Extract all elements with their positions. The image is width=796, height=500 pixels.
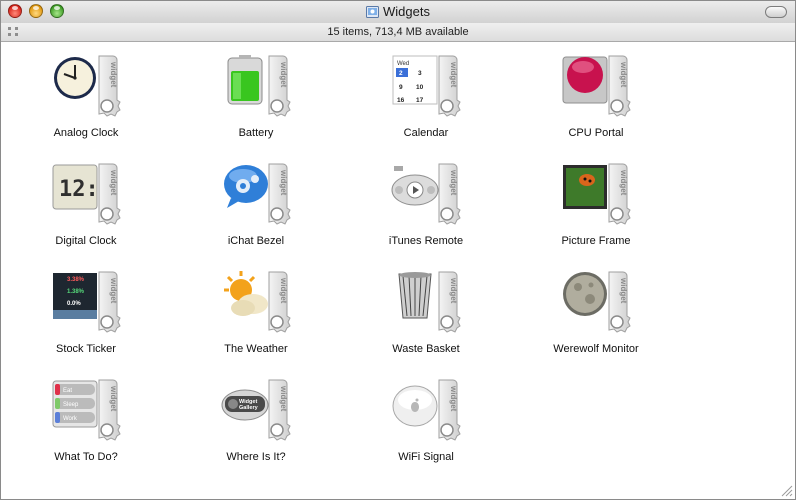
- widget-label[interactable]: Picture Frame: [521, 234, 671, 248]
- widget-label[interactable]: Battery: [181, 126, 331, 140]
- battery-icon[interactable]: widget: [221, 54, 291, 118]
- svg-text:Sleep: Sleep: [63, 402, 79, 408]
- svg-text:widget: widget: [109, 277, 118, 304]
- widget-item[interactable]: widget Werewolf Monitor: [521, 258, 671, 366]
- widget-label[interactable]: WiFi Signal: [351, 450, 501, 464]
- widget-label[interactable]: Calendar: [351, 126, 501, 140]
- ichat-bezel-icon[interactable]: widget: [221, 162, 291, 226]
- widget-label[interactable]: Werewolf Monitor: [521, 342, 671, 356]
- svg-text:widget: widget: [279, 385, 288, 412]
- weather-icon[interactable]: widget: [221, 270, 291, 334]
- widget-item[interactable]: widget Eat Sleep Work What To Do?: [11, 366, 161, 474]
- svg-text:10: 10: [416, 84, 424, 91]
- finder-window: Widgets 15 items, 713,4 MB available wid…: [0, 0, 796, 500]
- svg-text:widget: widget: [279, 277, 288, 304]
- status-text: 15 items, 713,4 MB available: [327, 26, 469, 38]
- svg-text:9: 9: [399, 84, 403, 91]
- svg-text:Eat: Eat: [63, 388, 72, 394]
- widget-item[interactable]: widget iChat Bezel: [181, 150, 331, 258]
- calendar-icon[interactable]: widget Wed 2 3 9 10 16 17: [391, 54, 461, 118]
- svg-text:0.0%: 0.0%: [67, 301, 81, 307]
- svg-text:widget: widget: [109, 169, 118, 196]
- svg-text:3: 3: [418, 70, 422, 77]
- svg-text:Work: Work: [63, 416, 78, 422]
- window-title-group: Widgets: [1, 4, 795, 20]
- widget-item[interactable]: widget WiFi Signal: [351, 366, 501, 474]
- what-to-do-icon[interactable]: widget Eat Sleep Work: [51, 378, 121, 442]
- widget-item[interactable]: widget Analog Clock: [11, 42, 161, 150]
- analog-clock-icon[interactable]: widget: [51, 54, 121, 118]
- folder-widgets-icon: [366, 6, 380, 18]
- widget-label[interactable]: What To Do?: [11, 450, 161, 464]
- svg-text:2: 2: [399, 70, 403, 77]
- svg-text:12:: 12:: [59, 177, 99, 202]
- cpu-portal-icon[interactable]: widget: [561, 54, 631, 118]
- widget-label[interactable]: CPU Portal: [521, 126, 671, 140]
- svg-text:16: 16: [397, 97, 405, 104]
- wifi-signal-icon[interactable]: widget: [391, 378, 461, 442]
- widget-item[interactable]: widget Widget Gallery Where Is It?: [181, 366, 331, 474]
- title-bar[interactable]: Widgets: [1, 1, 795, 24]
- widget-item[interactable]: widget Battery: [181, 42, 331, 150]
- widget-label[interactable]: iChat Bezel: [181, 234, 331, 248]
- svg-text:widget: widget: [109, 385, 118, 412]
- toolbar-toggle-button[interactable]: [765, 6, 787, 18]
- svg-text:widget: widget: [619, 61, 628, 88]
- svg-text:Wed: Wed: [397, 61, 409, 67]
- svg-text:widget: widget: [449, 61, 458, 88]
- where-is-it-icon[interactable]: widget Widget Gallery: [221, 378, 291, 442]
- widget-item[interactable]: widget CPU Portal: [521, 42, 671, 150]
- picture-frame-icon[interactable]: widget: [561, 162, 631, 226]
- svg-text:widget: widget: [619, 277, 628, 304]
- widget-label[interactable]: Where Is It?: [181, 450, 331, 464]
- digital-clock-icon[interactable]: widget 12:: [51, 162, 121, 226]
- svg-text:3.38%: 3.38%: [67, 277, 85, 283]
- widget-label[interactable]: iTunes Remote: [351, 234, 501, 248]
- window-title: Widgets: [383, 4, 430, 19]
- widget-item[interactable]: widget Wed 2 3 9 10 16 17 Calendar: [351, 42, 501, 150]
- widget-label[interactable]: The Weather: [181, 342, 331, 356]
- svg-text:widget: widget: [449, 277, 458, 304]
- svg-text:1.38%: 1.38%: [67, 289, 85, 295]
- status-bar: 15 items, 713,4 MB available: [1, 23, 795, 42]
- widget-item[interactable]: widget 3.38% 1.38% 0.0% Stock Ticker: [11, 258, 161, 366]
- svg-text:widget: widget: [109, 61, 118, 88]
- stock-ticker-icon[interactable]: widget 3.38% 1.38% 0.0%: [51, 270, 121, 334]
- widget-item[interactable]: widget 12: Digital Clock: [11, 150, 161, 258]
- werewolf-monitor-icon[interactable]: widget: [561, 270, 631, 334]
- svg-text:widget: widget: [449, 385, 458, 412]
- icon-view: widget Analog Clock widget Battery widge…: [1, 42, 795, 499]
- itunes-remote-icon[interactable]: widget: [391, 162, 461, 226]
- svg-text:widget: widget: [449, 169, 458, 196]
- waste-basket-icon[interactable]: widget: [391, 270, 461, 334]
- widget-item[interactable]: widget Waste Basket: [351, 258, 501, 366]
- widget-label[interactable]: Digital Clock: [11, 234, 161, 248]
- widget-item[interactable]: widget iTunes Remote: [351, 150, 501, 258]
- svg-text:Gallery: Gallery: [239, 405, 259, 411]
- widget-item[interactable]: widget The Weather: [181, 258, 331, 366]
- widget-label[interactable]: Waste Basket: [351, 342, 501, 356]
- svg-text:widget: widget: [279, 61, 288, 88]
- svg-text:widget: widget: [279, 169, 288, 196]
- svg-text:widget: widget: [619, 169, 628, 196]
- widget-label[interactable]: Analog Clock: [11, 126, 161, 140]
- widget-item[interactable]: widget Picture Frame: [521, 150, 671, 258]
- widget-label[interactable]: Stock Ticker: [11, 342, 161, 356]
- resize-grip-icon[interactable]: [779, 483, 793, 497]
- svg-text:17: 17: [416, 97, 424, 104]
